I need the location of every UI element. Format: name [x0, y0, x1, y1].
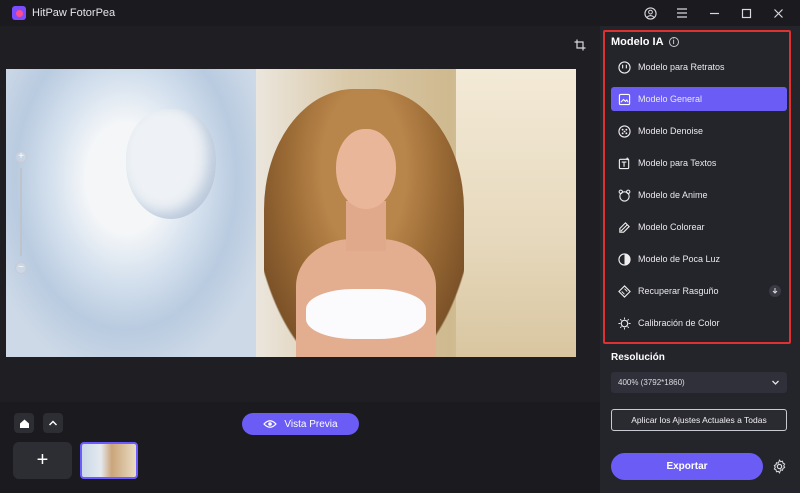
model-label: Modelo de Anime — [638, 190, 708, 200]
resolution-select[interactable]: 400% (3792*1860) — [611, 372, 787, 393]
export-button[interactable]: Exportar — [611, 453, 763, 480]
portrait-face-icon — [617, 60, 631, 74]
model-item-colorize[interactable]: Modelo Colorear — [611, 215, 787, 239]
image-thumbnail[interactable] — [80, 442, 138, 479]
menu-icon[interactable] — [674, 5, 690, 21]
statue-face — [126, 109, 216, 219]
app-logo-icon — [12, 6, 26, 20]
colorize-icon — [617, 220, 631, 234]
model-label: Modelo General — [638, 94, 703, 104]
model-item-anime[interactable]: Modelo de Anime — [611, 183, 787, 207]
model-item-general[interactable]: Modelo General — [611, 87, 787, 111]
ai-model-title: Modelo IA i — [611, 36, 679, 48]
denoise-icon — [617, 124, 631, 138]
ai-model-title-text: Modelo IA — [611, 36, 664, 48]
model-label: Modelo Denoise — [638, 126, 704, 136]
face-region — [336, 129, 396, 209]
minimize-icon[interactable] — [706, 5, 722, 21]
model-label: Calibración de Color — [638, 318, 720, 328]
app-window: HitPaw FotorPea + − Vista Previa + Model… — [0, 0, 800, 493]
account-icon[interactable] — [642, 5, 658, 21]
close-icon[interactable] — [770, 5, 786, 21]
app-title: HitPaw FotorPea — [32, 7, 116, 19]
model-item-low-light[interactable]: Modelo de Poca Luz — [611, 247, 787, 271]
model-item-text[interactable]: Modelo para Textos — [611, 151, 787, 175]
text-icon — [617, 156, 631, 170]
low-light-icon — [617, 252, 631, 266]
model-item-denoise[interactable]: Modelo Denoise — [611, 119, 787, 143]
chevron-up-icon — [49, 420, 57, 426]
image-icon — [617, 92, 631, 106]
canvas-area: + − — [0, 26, 600, 402]
color-calibration-icon — [617, 316, 631, 330]
top-garment-region — [306, 289, 426, 339]
chevron-down-icon — [772, 380, 779, 385]
model-item-color-calibration[interactable]: Calibración de Color — [611, 311, 787, 335]
scratch-repair-icon — [617, 284, 631, 298]
home-icon — [19, 419, 29, 428]
model-label: Modelo de Poca Luz — [638, 254, 721, 264]
info-icon[interactable]: i — [668, 37, 679, 47]
collapse-button[interactable] — [43, 413, 63, 433]
apply-to-all-button[interactable]: Aplicar los Ajustes Actuales a Todas — [611, 409, 787, 431]
wall-region — [456, 69, 576, 357]
zoom-slider[interactable] — [20, 168, 22, 256]
model-label: Recuperar Rasguño — [638, 286, 719, 296]
bottom-bar: Vista Previa + — [0, 402, 600, 493]
zoom-in-button[interactable]: + — [15, 151, 27, 163]
maximize-icon[interactable] — [738, 5, 754, 21]
statue-region — [6, 69, 256, 357]
eye-icon — [263, 420, 278, 428]
gear-icon[interactable] — [770, 457, 788, 475]
add-image-button[interactable]: + — [13, 442, 72, 479]
model-item-portrait[interactable]: Modelo para Retratos — [611, 55, 787, 79]
preview-image — [6, 69, 576, 357]
model-item-scratch[interactable]: Recuperar Rasguño — [611, 279, 787, 303]
preview-button[interactable]: Vista Previa — [242, 413, 359, 435]
title-bar: HitPaw FotorPea — [0, 0, 800, 26]
home-button[interactable] — [14, 413, 34, 433]
model-label: Modelo para Textos — [638, 158, 717, 168]
resolution-label: Resolución — [611, 352, 665, 363]
model-label: Modelo para Retratos — [638, 62, 725, 72]
preview-label: Vista Previa — [284, 418, 338, 430]
crop-icon[interactable] — [572, 37, 588, 53]
anime-icon — [617, 188, 631, 202]
zoom-out-button[interactable]: − — [15, 262, 27, 274]
model-label: Modelo Colorear — [638, 222, 705, 232]
download-icon[interactable] — [769, 285, 781, 297]
resolution-value: 400% (3792*1860) — [618, 378, 685, 387]
